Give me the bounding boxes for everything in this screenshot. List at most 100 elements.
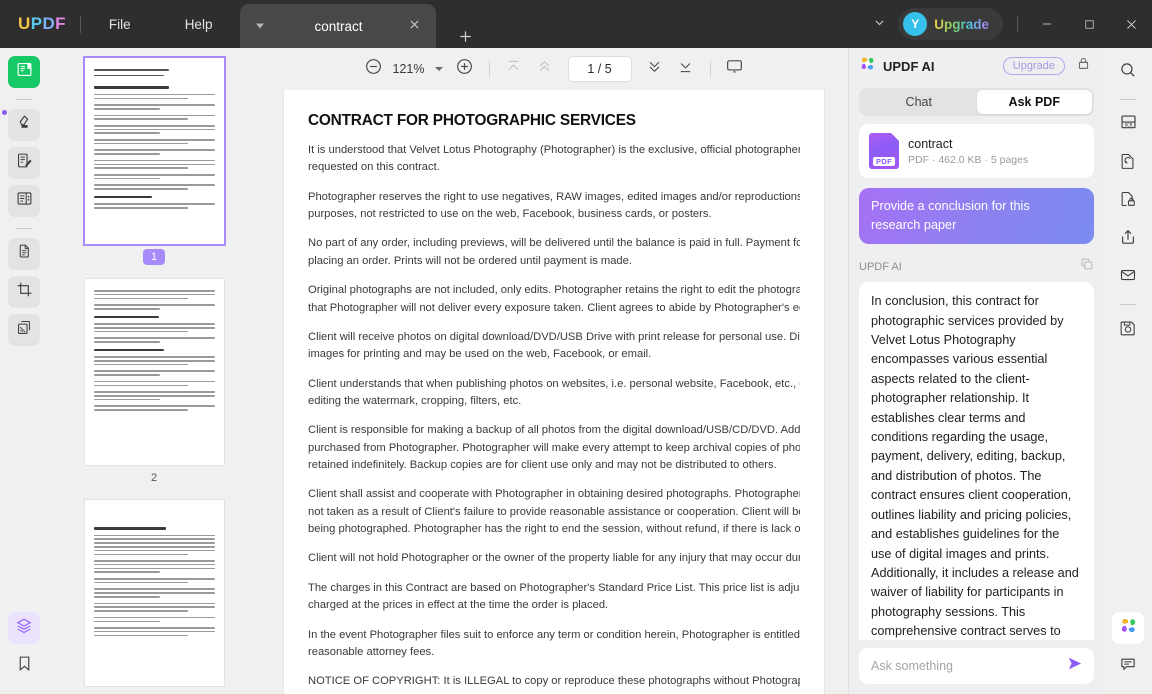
right-rail-protect[interactable] xyxy=(1112,185,1144,217)
updf-ai-clover-icon xyxy=(1119,616,1138,640)
window-close-button[interactable] xyxy=(1110,0,1152,48)
crop-icon xyxy=(16,281,33,303)
right-rail-comments[interactable] xyxy=(1112,650,1144,682)
document-line: placing an order. Prints will not be ord… xyxy=(308,254,632,267)
document-line: Law will be subject to its civil and cri… xyxy=(308,691,800,694)
document-body: It is understood that Velvet Lotus Photo… xyxy=(308,142,800,694)
thumbnail-item[interactable]: 3 xyxy=(84,500,224,694)
sidebar-item-organize-pages[interactable] xyxy=(8,185,40,217)
right-rail-updf-ai[interactable] xyxy=(1112,612,1144,644)
sidebar-item-bookmark[interactable] xyxy=(8,650,40,682)
first-page-icon xyxy=(505,58,522,80)
ai-mode-tabs: Chat Ask PDF xyxy=(859,88,1094,116)
right-rail-save[interactable] xyxy=(1112,314,1144,346)
document-viewer: 121% 1 / 5 CONTRACT FOR PHOTOGRAPHIC SER… xyxy=(260,48,848,694)
thumbnail-item[interactable]: 2 xyxy=(84,279,224,496)
document-line: Original photographs are not included, o… xyxy=(308,284,800,297)
ask-something-input[interactable] xyxy=(871,659,1059,673)
lock-document-icon xyxy=(1119,190,1137,213)
sidebar-item-reader[interactable] xyxy=(8,56,40,88)
sidebar-item-convert[interactable] xyxy=(8,238,40,270)
zoom-dropdown-button[interactable] xyxy=(430,55,448,83)
left-tool-rail xyxy=(0,48,48,694)
sidebar-item-batch[interactable] xyxy=(8,314,40,346)
tab-ask-pdf[interactable]: Ask PDF xyxy=(976,90,1092,114)
account-upgrade-button[interactable]: Y Upgrade xyxy=(898,8,1003,40)
document-line: purposes, not restricted to use on the w… xyxy=(308,208,712,221)
window-minimize-button[interactable] xyxy=(1026,0,1068,48)
upgrade-label: Upgrade xyxy=(934,16,989,32)
sidebar-item-comment[interactable] xyxy=(8,109,40,141)
page-thumbnail-panel[interactable]: 1 2 xyxy=(48,48,260,694)
application-body: 1 2 121% 1 / 5 CONTRACT FOR PHOTOGRAPHIC… xyxy=(0,48,1152,694)
previous-page-icon xyxy=(536,58,553,80)
menu-file[interactable]: File xyxy=(95,11,145,38)
previous-page-button[interactable] xyxy=(531,55,559,83)
thumbnail-page-2[interactable] xyxy=(84,279,224,465)
book-reader-icon xyxy=(16,61,33,83)
right-rail-convert[interactable] xyxy=(1112,147,1144,179)
thumbnail-item[interactable]: 1 xyxy=(82,56,226,275)
ai-panel-header: UPDF AI Upgrade xyxy=(849,48,1104,84)
page-number-input[interactable]: 1 / 5 xyxy=(567,56,632,82)
share-upload-icon xyxy=(1119,228,1137,251)
bot-name-label: UPDF AI xyxy=(859,260,902,273)
ai-clear-button[interactable] xyxy=(1072,55,1094,77)
comment-bubble-icon xyxy=(1119,655,1137,678)
tab-chat[interactable]: Chat xyxy=(861,90,977,114)
next-page-button[interactable] xyxy=(641,55,669,83)
ai-input-container xyxy=(849,640,1104,694)
ai-conversation[interactable]: Provide a conclusion for this research p… xyxy=(849,188,1104,640)
right-rail-share[interactable] xyxy=(1112,223,1144,255)
document-line: NOTICE OF COPYRIGHT: It is ILLEGAL to co… xyxy=(308,675,800,688)
presentation-mode-button[interactable] xyxy=(721,55,749,83)
document-line: The charges in this Contract are based o… xyxy=(308,581,800,594)
document-paragraph: In the event Photographer files suit to … xyxy=(308,627,800,662)
zoom-out-button[interactable] xyxy=(360,55,388,83)
document-line: Client will receive photos on digital do… xyxy=(308,330,800,343)
page-scroll-area[interactable]: CONTRACT FOR PHOTOGRAPHIC SERVICES It is… xyxy=(260,90,848,694)
new-tab-button[interactable] xyxy=(452,27,479,48)
pdf-page-1: CONTRACT FOR PHOTOGRAPHIC SERVICES It is… xyxy=(284,90,824,694)
document-paragraph: No part of any order, including previews… xyxy=(308,235,800,270)
highlighter-pen-icon xyxy=(16,114,33,136)
ai-upgrade-button[interactable]: Upgrade xyxy=(1002,57,1065,75)
title-bar: U P D F File Help contract Y Upgrade xyxy=(0,0,1152,48)
window-maximize-button[interactable] xyxy=(1068,0,1110,48)
right-rail-email[interactable] xyxy=(1112,261,1144,293)
sidebar-item-layers[interactable] xyxy=(8,612,40,644)
menu-help[interactable]: Help xyxy=(171,11,227,38)
right-rail-search[interactable] xyxy=(1112,56,1144,88)
sidebar-item-edit-pdf[interactable] xyxy=(8,147,40,179)
last-page-button[interactable] xyxy=(672,55,700,83)
ai-input-row[interactable] xyxy=(859,648,1094,684)
tool-indicator-dot xyxy=(2,110,7,115)
titlebar-chevron-down-icon[interactable] xyxy=(861,16,898,32)
document-paragraph: NOTICE OF COPYRIGHT: It is ILLEGAL to co… xyxy=(308,673,800,694)
tab-caret-down-icon[interactable] xyxy=(256,23,265,29)
bookmark-icon xyxy=(16,655,33,677)
thumbnail-page-1[interactable] xyxy=(82,56,226,246)
right-rail-ocr[interactable]: OCR xyxy=(1112,109,1144,141)
tab-close-icon[interactable] xyxy=(406,18,422,34)
thumbnail-page-3[interactable] xyxy=(84,500,224,686)
edit-document-icon xyxy=(16,152,33,174)
user-avatar[interactable]: Y xyxy=(903,12,928,36)
attached-file-card[interactable]: PDF contract PDF · 462.0 KB · 5 pages xyxy=(859,124,1094,178)
sidebar-item-crop[interactable] xyxy=(8,276,40,308)
attached-file-meta: PDF · 462.0 KB · 5 pages xyxy=(908,153,1029,166)
document-line: Client will not hold Photographer or the… xyxy=(308,552,800,565)
send-message-button[interactable] xyxy=(1059,654,1084,678)
zoom-in-button[interactable] xyxy=(451,55,479,83)
ai-panel-title: UPDF AI xyxy=(883,58,935,74)
copy-response-button[interactable] xyxy=(1080,257,1094,276)
document-paragraph: Client shall assist and cooperate with P… xyxy=(308,486,800,538)
lock-brush-icon xyxy=(1076,56,1091,76)
document-line: Client shall assist and cooperate with P… xyxy=(308,488,800,501)
document-tab-contract[interactable]: contract xyxy=(240,4,437,48)
first-page-button[interactable] xyxy=(500,55,528,83)
titlebar-divider-2 xyxy=(1017,16,1018,32)
bot-message-text: In conclusion, this contract for photogr… xyxy=(859,282,1094,640)
document-line: requested on this contract. xyxy=(308,161,440,174)
zoom-level-value[interactable]: 121% xyxy=(391,62,427,76)
